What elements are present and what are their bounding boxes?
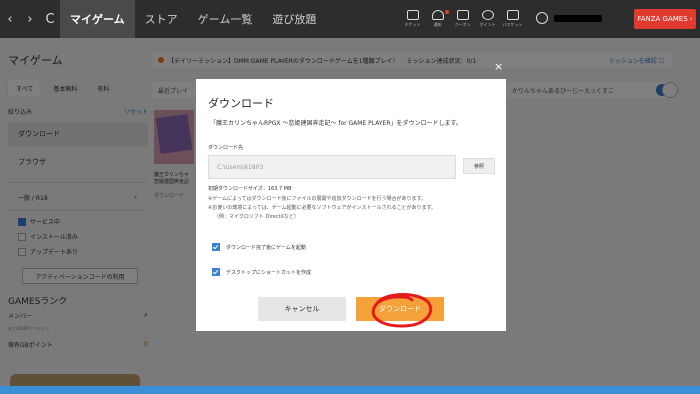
- browse-button[interactable]: 参照: [463, 158, 495, 174]
- notification-badge: [445, 10, 449, 14]
- download-destination-label: ダウンロード先: [208, 145, 244, 151]
- checkbox-checked[interactable]: [212, 268, 220, 276]
- coupon-button[interactable]: クーポン: [450, 0, 475, 38]
- create-shortcut-label: デスクトップにショートカットを作成: [226, 269, 312, 276]
- forward-icon[interactable]: ›: [20, 12, 40, 27]
- tab-store[interactable]: ストア: [135, 0, 188, 38]
- coupon-icon: [456, 10, 469, 20]
- toolbar-icons: チケット 通知 クーポン ポイント バスケット: [400, 0, 525, 38]
- notification-label: 通知: [433, 22, 442, 27]
- cart-label: バスケット: [502, 22, 523, 27]
- note-line: ※ゲームによってはダウンロード後にファイルの展開や追加ダウンロードを行う場合があ…: [208, 196, 427, 202]
- ticket-button[interactable]: チケット: [400, 0, 425, 38]
- notification-button[interactable]: 通知: [425, 0, 450, 38]
- dialog-message: 「魔王カリンちゃんRPGX 〜恋姫建国奔走記〜 for GAME PLAYER」…: [210, 120, 462, 127]
- reload-icon[interactable]: C: [40, 12, 60, 27]
- bell-icon: [431, 10, 444, 20]
- download-size: 初期ダウンロードサイズ：163.7 MB: [208, 186, 292, 192]
- top-nav-bar: ‹ › C マイゲーム ストア ゲーム一覧 遊び放題 チケット 通知 クーポン …: [0, 0, 700, 38]
- fanza-games-button[interactable]: FANZA GAMES ›: [634, 9, 696, 29]
- point-icon: [481, 10, 494, 20]
- bottom-strip: [0, 386, 700, 394]
- launch-after-download-checkbox[interactable]: ダウンロード完了後にゲームを起動: [212, 243, 306, 251]
- point-button[interactable]: ポイント: [475, 0, 500, 38]
- launch-after-download-label: ダウンロード完了後にゲームを起動: [226, 244, 306, 251]
- note-line: ※お使いの環境によっては、ゲーム起動に必要なソフトウェアがインストールされること…: [208, 205, 436, 211]
- cart-button[interactable]: バスケット: [500, 0, 525, 38]
- tab-my-games[interactable]: マイゲーム: [60, 0, 135, 38]
- dialog-notes: ※ゲームによってはダウンロード後にファイルの展開や追加ダウンロードを行う場合があ…: [208, 195, 498, 222]
- download-path-input[interactable]: C:\Users\81803: [208, 155, 456, 179]
- checkbox-checked[interactable]: [212, 243, 220, 251]
- user-icon: [536, 12, 548, 24]
- cancel-button[interactable]: キャンセル: [258, 297, 346, 321]
- annotation-circle: [371, 293, 433, 328]
- create-shortcut-checkbox[interactable]: デスクトップにショートカットを作成: [212, 268, 311, 276]
- ticket-icon: [406, 10, 419, 20]
- tab-game-list[interactable]: ゲーム一覧: [188, 0, 263, 38]
- download-dialog: ダウンロード 「魔王カリンちゃんRPGX 〜恋姫建国奔走記〜 for GAME …: [196, 79, 506, 331]
- back-icon[interactable]: ‹: [0, 12, 20, 27]
- cart-icon: [506, 10, 519, 20]
- note-line: （例：マイクロソフト DirectXなど）: [214, 214, 299, 220]
- dialog-title: ダウンロード: [208, 97, 274, 110]
- ticket-label: チケット: [404, 22, 421, 27]
- coupon-label: クーポン: [454, 22, 471, 27]
- tab-unlimited[interactable]: 遊び放題: [262, 0, 326, 38]
- user-menu[interactable]: ⌄: [536, 12, 643, 24]
- close-icon[interactable]: ×: [494, 60, 503, 73]
- point-label: ポイント: [479, 22, 496, 27]
- username-redacted: [554, 14, 602, 22]
